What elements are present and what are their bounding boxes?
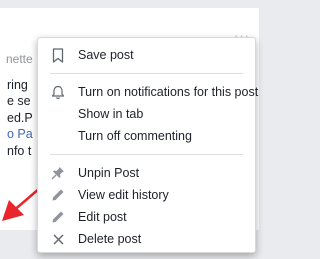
turn-on-notifications-label: Turn on notifications for this post	[78, 85, 259, 99]
save-post-item[interactable]: Save post	[38, 44, 255, 66]
post-body-link[interactable]: o Pa	[7, 126, 33, 142]
turn-on-notifications-item[interactable]: Turn on notifications for this post	[38, 81, 259, 103]
show-in-tab-item[interactable]: Show in tab	[38, 103, 255, 125]
post-body-line: ring	[7, 78, 28, 92]
bell-icon	[50, 84, 66, 100]
turn-off-commenting-item[interactable]: Turn off commenting	[38, 125, 255, 147]
unpin-post-item[interactable]: Unpin Post	[38, 162, 255, 184]
close-icon	[50, 231, 66, 247]
post-body-line: ed.P	[7, 110, 33, 125]
unpin-post-label: Unpin Post	[78, 166, 140, 180]
bookmark-icon	[50, 47, 66, 63]
menu-divider	[50, 73, 243, 74]
edit-post-label: Edit post	[78, 210, 127, 224]
pencil-icon	[50, 209, 66, 225]
view-edit-history-item[interactable]: View edit history	[38, 184, 255, 206]
post-body-line: e se	[7, 94, 31, 109]
turn-off-commenting-label: Turn off commenting	[78, 129, 192, 143]
pin-icon	[50, 165, 66, 181]
delete-post-item[interactable]: Delete post	[38, 228, 255, 250]
post-body-line: nfo t	[7, 143, 32, 158]
post-author-fragment: nette	[6, 52, 33, 66]
view-edit-history-label: View edit history	[78, 188, 169, 202]
save-post-label: Save post	[78, 48, 134, 62]
delete-post-label: Delete post	[78, 232, 142, 246]
menu-divider	[50, 154, 243, 155]
show-in-tab-label: Show in tab	[78, 107, 144, 121]
edit-post-item[interactable]: Edit post	[38, 206, 255, 228]
post-options-menu: Save post Turn on notifications for this…	[37, 37, 259, 253]
pencil-icon	[50, 187, 66, 203]
post-body-text: ring e se ed.P o Pa nfo t	[7, 77, 33, 159]
